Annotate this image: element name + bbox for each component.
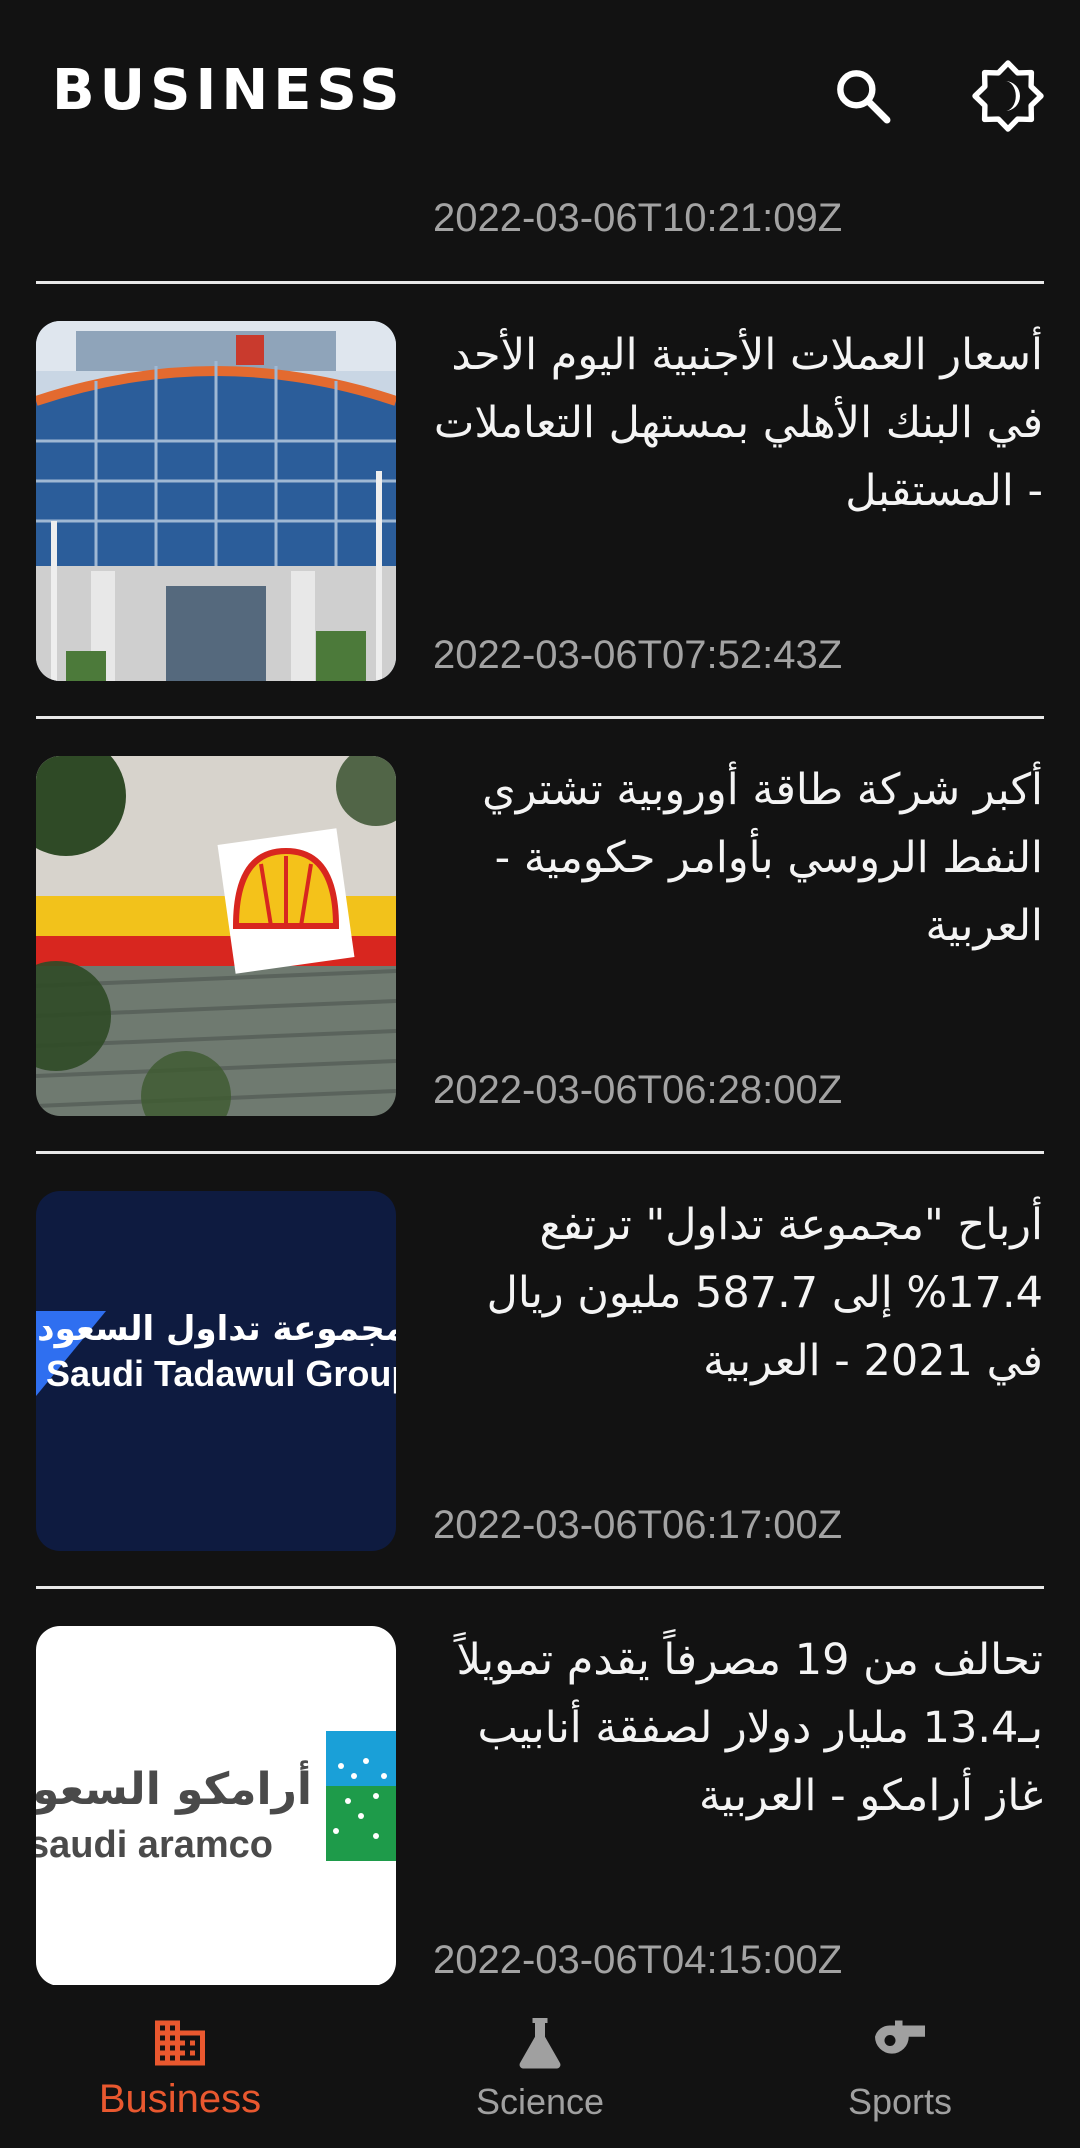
- nav-label: Sports: [847, 2081, 953, 2122]
- aramco-logo-text-en: saudi aramco: [36, 1824, 273, 1866]
- tadawul-logo-text-en: Saudi Tadawul Group: [46, 1353, 396, 1394]
- article-title: أكبر شركة طاقة أوروبية تشتري النفط الروس…: [482, 765, 1043, 951]
- flask-icon: [519, 2018, 561, 2069]
- nav-label: Business: [98, 2077, 262, 2121]
- news-feed[interactable]: 2022-03-06T10:21:09Z أسعار العملات الأجن…: [0, 0, 1080, 1985]
- aramco-logo-text-ar: أرامكو السعودية: [36, 1764, 312, 1815]
- article-card[interactable]: أرامكو السعودية saudi aramco تحالف من 19…: [0, 1588, 1080, 1985]
- tadawul-logo-text-ar: مجموعة تداول السعودية: [36, 1309, 396, 1349]
- article-thumbnail: أرامكو السعودية saudi aramco: [36, 1626, 396, 1985]
- article-timestamp: 2022-03-06T04:15:00Z: [433, 1938, 843, 1982]
- article-card[interactable]: أسعار العملات الأجنبية اليوم الأحد في ال…: [0, 283, 1080, 718]
- article-title: أسعار العملات الأجنبية اليوم الأحد في ال…: [433, 330, 1043, 516]
- nav-item-science[interactable]: Science: [360, 1985, 720, 2148]
- article-thumbnail: [36, 321, 396, 681]
- theme-toggle-button[interactable]: [968, 56, 1048, 136]
- article-timestamp: 2022-03-06T06:28:00Z: [433, 1068, 843, 1112]
- nav-item-sports[interactable]: Sports: [720, 1985, 1080, 2148]
- whistle-icon: [875, 2020, 925, 2054]
- brightness-toggle-icon: [972, 60, 1044, 132]
- article-title: تحالف من 19 مصرفاً يقدم تمويلاً بـ13.4 م…: [456, 1635, 1043, 1821]
- article-timestamp: 2022-03-06T10:21:09Z: [433, 196, 843, 240]
- article-timestamp: 2022-03-06T07:52:43Z: [433, 633, 843, 677]
- search-button[interactable]: [823, 56, 903, 136]
- article-timestamp: 2022-03-06T06:17:00Z: [433, 1503, 843, 1547]
- nav-label: Science: [475, 2081, 605, 2122]
- nav-item-business[interactable]: Business: [0, 1985, 360, 2148]
- business-building-icon: [155, 2020, 205, 2066]
- article-card[interactable]: أكبر شركة طاقة أوروبية تشتري النفط الروس…: [0, 718, 1080, 1153]
- article-title: أرباح "مجموعة تداول" ترتفع 17.4% إلى 587…: [486, 1200, 1043, 1386]
- bottom-navigation: Business Science Sports: [0, 1985, 1080, 2148]
- app-bar: BUSINESS: [0, 0, 1080, 190]
- page-title: BUSINESS: [52, 58, 405, 123]
- article-thumbnail: [36, 756, 396, 1116]
- search-icon: [837, 70, 891, 124]
- article-thumbnail: مجموعة تداول السعودية Saudi Tadawul Grou…: [36, 1191, 396, 1551]
- article-card[interactable]: مجموعة تداول السعودية Saudi Tadawul Grou…: [0, 1153, 1080, 1588]
